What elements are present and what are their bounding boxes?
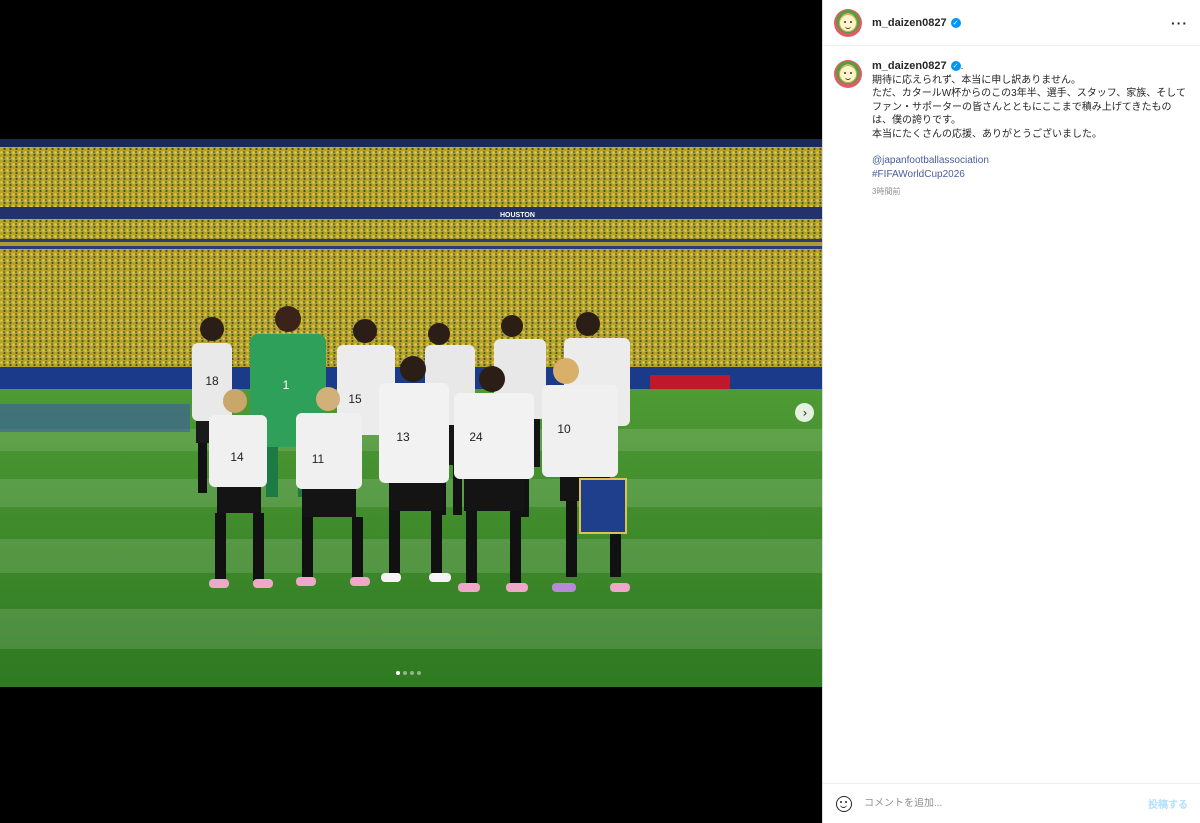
caption-line: 本当にたくさんの応援、ありがとうございました。 [872, 128, 1102, 140]
caption-line: ただ、カタールW杯からのこの3年半、選手、スタッフ、家族、そしてファン・サポータ… [872, 88, 1186, 126]
jersey-number: 1 [283, 378, 290, 392]
jersey-number: 18 [205, 374, 219, 388]
stadium-banner-text: HOUSTON [500, 212, 535, 219]
more-options-icon[interactable]: ··· [1171, 15, 1188, 31]
avatar-face-icon [839, 13, 857, 32]
caption-username[interactable]: m_daizen0827 [872, 60, 947, 72]
post-media: HOUSTON 18 1 15 14 11 13 24 10 › [0, 0, 822, 823]
caption-suffix: . [960, 61, 964, 72]
carousel-dot [396, 671, 400, 675]
post-header: m_daizen0827 ✓ ··· [823, 0, 1200, 46]
mention-link[interactable]: @japanfootballassociation [872, 154, 1188, 168]
verified-badge-icon: ✓ [950, 61, 961, 72]
carousel-dot [417, 671, 421, 675]
avatar-face-icon [839, 65, 857, 83]
carousel-dot [403, 671, 407, 675]
post-timestamp[interactable]: 3時間前 [872, 185, 1188, 199]
jersey-number: 14 [230, 450, 244, 464]
caption-avatar[interactable] [834, 60, 862, 88]
caption: m_daizen0827 ✓. 期待に応えられず、本当に申し訳ありません。 ただ、… [823, 46, 1200, 199]
comment-input[interactable] [864, 798, 1148, 809]
username-link[interactable]: m_daizen0827 [872, 17, 947, 29]
post-comment-button[interactable]: 投稿する [1148, 796, 1188, 811]
team-photo: HOUSTON 18 1 15 14 11 13 24 10 [0, 139, 822, 687]
team-photo-illustration: HOUSTON 18 1 15 14 11 13 24 10 [0, 139, 822, 687]
jersey-number: 10 [557, 422, 571, 436]
caption-line: 期待に応えられず、本当に申し訳ありません。 [872, 74, 1081, 86]
carousel-next-button[interactable]: › [795, 403, 814, 422]
jersey-number: 24 [469, 430, 483, 444]
comment-bar: 投稿する [823, 783, 1200, 823]
jersey-number: 11 [312, 452, 325, 466]
emoji-icon[interactable] [836, 795, 852, 812]
avatar[interactable] [834, 8, 862, 37]
caption-body: m_daizen0827 ✓. 期待に応えられず、本当に申し訳ありません。 ただ、… [872, 60, 1188, 199]
verified-badge-icon: ✓ [950, 17, 961, 28]
carousel-indicators [396, 671, 421, 675]
carousel-dot [410, 671, 414, 675]
jersey-number: 13 [396, 430, 410, 444]
hashtag-link[interactable]: #FIFAWorldCup2026 [872, 168, 1188, 182]
post-side-panel: m_daizen0827 ✓ ··· m_daizen0827 ✓. 期待に応えら… [822, 0, 1200, 823]
chevron-right-icon: › [802, 405, 808, 420]
jersey-number: 15 [348, 392, 362, 406]
